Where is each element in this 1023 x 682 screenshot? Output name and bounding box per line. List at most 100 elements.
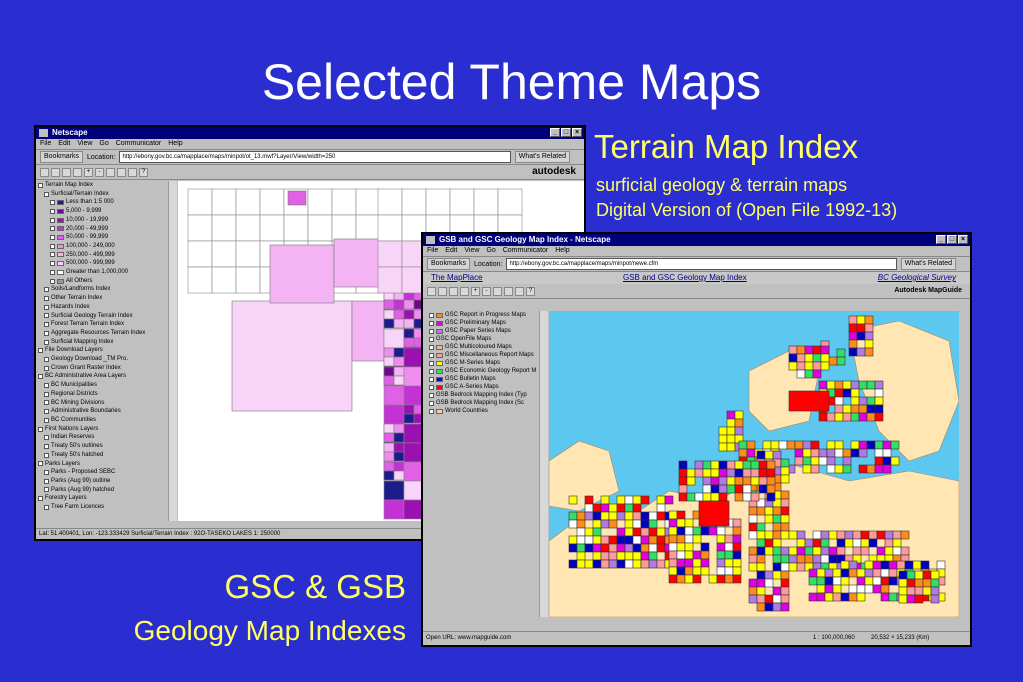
menu-communicator[interactable]: Communicator xyxy=(116,139,162,149)
index-title-link[interactable]: GSB and GSC Geology Map Index xyxy=(623,272,747,284)
menu-view[interactable]: View xyxy=(77,139,92,149)
layer-item[interactable]: Treaty 50's hatched xyxy=(36,451,168,460)
layer-checkbox[interactable] xyxy=(44,356,49,362)
layer-item[interactable]: GSC M-Series Maps xyxy=(427,359,539,367)
layer-item[interactable]: Parks - Proposed SEBC xyxy=(36,468,168,477)
layer-checkbox[interactable] xyxy=(429,376,434,382)
select-icon[interactable] xyxy=(62,167,71,177)
layer-checkbox[interactable] xyxy=(50,269,55,275)
bc-survey-link[interactable]: BC Geological Survey xyxy=(878,272,956,284)
layer-checkbox[interactable] xyxy=(429,368,434,374)
layer-item[interactable]: First Nations Layers xyxy=(36,425,168,434)
layer-item[interactable]: Hazards Index xyxy=(36,303,168,312)
layer-checkbox[interactable] xyxy=(50,226,55,232)
layer-item[interactable]: Parks Layers xyxy=(36,460,168,469)
menu-help[interactable]: Help xyxy=(168,139,182,149)
layer-checkbox[interactable] xyxy=(44,487,49,493)
layer-item[interactable]: BC Municipalities xyxy=(36,381,168,390)
layer-checkbox[interactable] xyxy=(44,470,49,476)
layer-item[interactable]: 10,000 - 19,999 xyxy=(36,216,168,225)
bookmarks-button[interactable]: Bookmarks xyxy=(40,151,84,163)
zoom-in-icon[interactable]: + xyxy=(471,286,480,296)
layer-checkbox[interactable] xyxy=(38,426,43,432)
layer-checkbox[interactable] xyxy=(44,409,49,415)
url-field[interactable]: http://ebony.gov.bc.ca/mapplace/maps/min… xyxy=(119,151,511,163)
layer-item[interactable]: Surficial Geology Terrain Index xyxy=(36,312,168,321)
layer-checkbox[interactable] xyxy=(44,322,49,328)
zoom-window-icon[interactable] xyxy=(106,167,115,177)
window2-titlebar[interactable]: GSB and GSC Geology Map Index - Netscape… xyxy=(423,234,970,246)
print-icon[interactable] xyxy=(438,286,447,296)
layer-checkbox[interactable] xyxy=(429,320,434,326)
layer-checkbox[interactable] xyxy=(50,252,55,258)
layer-item[interactable]: GSB Bedrock Mapping Index (Sc xyxy=(427,399,539,407)
layer-item[interactable]: GSB Bedrock Mapping Index (Typ xyxy=(427,391,539,399)
stop-icon[interactable] xyxy=(128,167,137,177)
menu-go[interactable]: Go xyxy=(486,246,495,256)
stop-icon[interactable] xyxy=(515,286,524,296)
layer-checkbox[interactable] xyxy=(429,392,434,398)
layer-checkbox[interactable] xyxy=(44,287,49,293)
layer-item[interactable]: Soils/Landforms Index xyxy=(36,285,168,294)
layer-checkbox[interactable] xyxy=(50,200,55,206)
print-icon[interactable] xyxy=(51,167,60,177)
layer-checkbox[interactable] xyxy=(44,295,49,301)
layer-checkbox[interactable] xyxy=(429,384,434,390)
layer-item[interactable]: Forestry Layers xyxy=(36,494,168,503)
zoom-in-icon[interactable]: + xyxy=(84,167,93,177)
layer-checkbox[interactable] xyxy=(44,383,49,389)
layer-item[interactable]: Tree Farm Licences xyxy=(36,503,168,512)
layer-item[interactable]: 250,000 - 499,999 xyxy=(36,251,168,260)
menu-file[interactable]: File xyxy=(40,139,51,149)
layer-item[interactable]: Terrain Map Index xyxy=(36,181,168,190)
layer-checkbox[interactable] xyxy=(44,400,49,406)
layer-item[interactable]: Geology Download _TM Pro. xyxy=(36,355,168,364)
layer-checkbox[interactable] xyxy=(38,182,43,188)
layer-checkbox[interactable] xyxy=(44,417,49,423)
layer-checkbox[interactable] xyxy=(429,408,434,414)
layer-checkbox[interactable] xyxy=(38,374,43,380)
layer-item[interactable]: Parks (Aug 99) hatched xyxy=(36,486,168,495)
menu-go[interactable]: Go xyxy=(99,139,108,149)
menu-help[interactable]: Help xyxy=(555,246,569,256)
layer-item[interactable]: GSC Report in Progress Maps xyxy=(427,311,539,319)
layer-item[interactable]: Surficial/Terrain Index xyxy=(36,190,168,199)
layer-item[interactable]: 500,000 - 999,999 xyxy=(36,259,168,268)
layer-checkbox[interactable] xyxy=(44,504,49,510)
close-button[interactable]: × xyxy=(958,235,968,244)
layer-checkbox[interactable] xyxy=(429,336,434,342)
layer-item[interactable]: World Countries xyxy=(427,407,539,415)
layer-checkbox[interactable] xyxy=(50,208,55,214)
layer-checkbox[interactable] xyxy=(38,461,43,467)
layer-checkbox[interactable] xyxy=(429,352,434,358)
layer-item[interactable]: Regional Districts xyxy=(36,390,168,399)
layer-item[interactable]: Surficial Mapping Index xyxy=(36,338,168,347)
layer-checkbox[interactable] xyxy=(50,243,55,249)
layer-item[interactable]: GSC Miscellaneous Report Maps xyxy=(427,351,539,359)
layer-item[interactable]: 50,000 - 99,999 xyxy=(36,233,168,242)
layer-item[interactable]: Indian Reserves xyxy=(36,433,168,442)
layer-item[interactable]: 5,000 - 9,999 xyxy=(36,207,168,216)
minimize-button[interactable]: _ xyxy=(936,235,946,244)
menu-view[interactable]: View xyxy=(464,246,479,256)
layer-item[interactable]: Less than 1:5 000 xyxy=(36,198,168,207)
layer-checkbox[interactable] xyxy=(44,365,49,371)
zoom-out-icon[interactable]: - xyxy=(482,286,491,296)
layer-item[interactable]: GSC Preliminary Maps xyxy=(427,319,539,327)
layer-checkbox[interactable] xyxy=(44,452,49,458)
layer-checkbox[interactable] xyxy=(44,391,49,397)
layer-item[interactable]: GSC Bulletin Maps xyxy=(427,375,539,383)
whats-related-button[interactable]: What's Related xyxy=(514,151,570,163)
layer-item[interactable]: GSC Economic Geology Report M xyxy=(427,367,539,375)
layer-item[interactable]: All Others xyxy=(36,277,168,286)
layer-checkbox[interactable] xyxy=(44,478,49,484)
select-icon[interactable] xyxy=(449,286,458,296)
zoom-window-icon[interactable] xyxy=(493,286,502,296)
canada-map-view[interactable] xyxy=(549,311,959,617)
window1-titlebar[interactable]: Netscape _ □ × xyxy=(36,127,584,139)
layer-item[interactable]: Treaty 50's outlines xyxy=(36,442,168,451)
layer-checkbox[interactable] xyxy=(50,235,55,241)
menu-edit[interactable]: Edit xyxy=(58,139,70,149)
layer-item[interactable]: File Download Layers xyxy=(36,346,168,355)
layer-checkbox[interactable] xyxy=(44,435,49,441)
